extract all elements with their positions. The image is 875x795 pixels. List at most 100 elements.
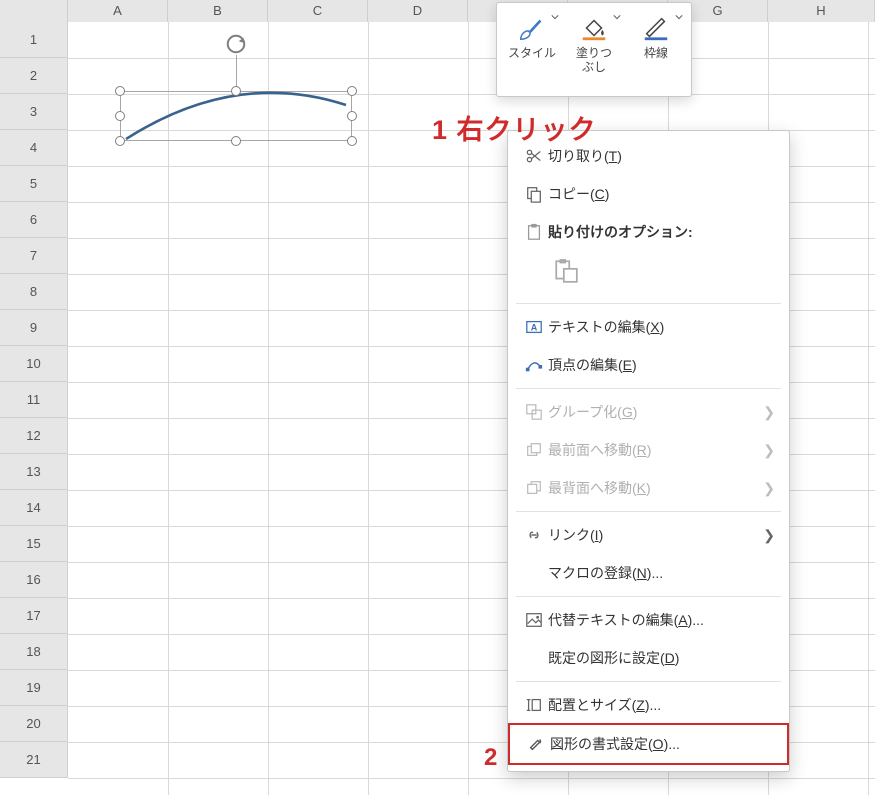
menu-label: 貼り付けのオプション:	[548, 222, 775, 242]
menu-alt-text[interactable]: 代替テキストの編集(A)...	[508, 601, 789, 639]
submenu-arrow-icon: ❯	[763, 404, 775, 421]
row-headers: 1 2 3 4 5 6 7 8 9 10 11 12 13 14 15 16 1…	[0, 22, 68, 778]
style-label: スタイル	[508, 47, 556, 61]
submenu-arrow-icon: ❯	[763, 442, 775, 459]
svg-text:A: A	[531, 323, 538, 333]
row-hdr[interactable]: 5	[0, 166, 68, 202]
text-box-icon: A	[520, 318, 548, 336]
fill-button[interactable]: 塗りつ ぶし	[563, 9, 625, 94]
col-hdr-b[interactable]: B	[168, 0, 268, 22]
handle-bl[interactable]	[115, 136, 125, 146]
scissors-icon	[520, 147, 548, 165]
row-hdr[interactable]: 14	[0, 490, 68, 526]
menu-format-shape[interactable]: 図形の書式設定(O)...	[508, 723, 789, 765]
annotation-2: 2	[484, 744, 497, 772]
menu-separator	[516, 596, 781, 597]
row-hdr[interactable]: 4	[0, 130, 68, 166]
menu-label: 既定の図形に設定(D)	[548, 648, 775, 668]
spreadsheet-area: A B C D E F G H 1 2 3 4 5 6 7 8 9 10 11 …	[0, 0, 875, 795]
row-hdr[interactable]: 15	[0, 526, 68, 562]
menu-link[interactable]: リンク(I) ❯	[508, 516, 789, 554]
format-shape-icon	[522, 735, 550, 753]
menu-edit-points[interactable]: 頂点の編集(E)	[508, 346, 789, 384]
column-headers: A B C D E F G H	[0, 0, 875, 22]
clipboard-icon	[520, 223, 548, 241]
row-hdr[interactable]: 10	[0, 346, 68, 382]
menu-label: 代替テキストの編集(A)...	[548, 610, 775, 630]
row-hdr[interactable]: 16	[0, 562, 68, 598]
group-icon	[520, 403, 548, 421]
menu-paste-header: 貼り付けのオプション:	[508, 213, 789, 251]
paste-options	[508, 251, 789, 299]
col-hdr-a[interactable]: A	[68, 0, 168, 22]
menu-group: グループ化(G) ❯	[508, 393, 789, 431]
menu-label: 切り取り(T)	[548, 146, 775, 166]
paintbrush-icon	[515, 11, 549, 45]
handle-tl[interactable]	[115, 86, 125, 96]
select-all-corner[interactable]	[0, 0, 68, 22]
row-hdr[interactable]: 13	[0, 454, 68, 490]
menu-label: グループ化(G)	[548, 402, 763, 422]
chevron-down-icon	[675, 13, 683, 21]
menu-separator	[516, 511, 781, 512]
row-hdr[interactable]: 2	[0, 58, 68, 94]
pen-line-icon	[639, 11, 673, 45]
menu-size-position[interactable]: 配置とサイズ(Z)...	[508, 686, 789, 724]
handle-br[interactable]	[347, 136, 357, 146]
handle-mr[interactable]	[347, 111, 357, 121]
menu-separator	[516, 681, 781, 682]
paste-option-button[interactable]	[548, 253, 584, 289]
row-hdr[interactable]: 6	[0, 202, 68, 238]
size-icon	[520, 696, 548, 714]
chevron-down-icon	[613, 13, 621, 21]
row-hdr[interactable]: 11	[0, 382, 68, 418]
row-hdr[interactable]: 3	[0, 94, 68, 130]
menu-set-default-shape[interactable]: 既定の図形に設定(D)	[508, 639, 789, 677]
submenu-arrow-icon: ❯	[763, 480, 775, 497]
border-label: 枠線	[644, 47, 668, 61]
col-hdr-c[interactable]: C	[268, 0, 368, 22]
menu-label: マクロの登録(N)...	[548, 563, 775, 583]
menu-label: 最前面へ移動(R)	[548, 440, 763, 460]
row-hdr[interactable]: 18	[0, 634, 68, 670]
fill-label: 塗りつ ぶし	[576, 47, 612, 75]
row-hdr[interactable]: 17	[0, 598, 68, 634]
menu-label: 最背面へ移動(K)	[548, 478, 763, 498]
row-hdr[interactable]: 9	[0, 310, 68, 346]
rotation-handle-icon[interactable]	[225, 33, 247, 55]
col-hdr-d[interactable]: D	[368, 0, 468, 22]
link-icon	[520, 526, 548, 544]
handle-tr[interactable]	[347, 86, 357, 96]
row-hdr[interactable]: 7	[0, 238, 68, 274]
row-hdr[interactable]: 19	[0, 670, 68, 706]
menu-send-back: 最背面へ移動(K) ❯	[508, 469, 789, 507]
col-hdr-h[interactable]: H	[768, 0, 875, 22]
handle-bm[interactable]	[231, 136, 241, 146]
border-button[interactable]: 枠線	[625, 9, 687, 94]
chevron-down-icon	[551, 13, 559, 21]
row-hdr[interactable]: 8	[0, 274, 68, 310]
menu-separator	[516, 303, 781, 304]
row-hdr[interactable]: 1	[0, 22, 68, 58]
menu-edit-text[interactable]: A テキストの編集(X)	[508, 308, 789, 346]
copy-icon	[520, 185, 548, 203]
menu-label: 図形の書式設定(O)...	[550, 734, 773, 754]
handle-ml[interactable]	[115, 111, 125, 121]
selected-shape[interactable]	[120, 91, 352, 141]
mini-toolbar: スタイル 塗りつ ぶし	[496, 2, 692, 97]
image-icon	[520, 611, 548, 629]
menu-label: コピー(C)	[548, 184, 775, 204]
menu-assign-macro[interactable]: マクロの登録(N)...	[508, 554, 789, 592]
menu-copy[interactable]: コピー(C)	[508, 175, 789, 213]
menu-separator	[516, 388, 781, 389]
submenu-arrow-icon: ❯	[763, 527, 775, 544]
send-back-icon	[520, 479, 548, 497]
handle-tm[interactable]	[231, 86, 241, 96]
row-hdr[interactable]: 21	[0, 742, 68, 778]
arc-shape[interactable]	[120, 91, 352, 141]
row-hdr[interactable]: 12	[0, 418, 68, 454]
menu-label: リンク(I)	[548, 525, 763, 545]
row-hdr[interactable]: 20	[0, 706, 68, 742]
style-button[interactable]: スタイル	[501, 9, 563, 94]
menu-label: テキストの編集(X)	[548, 317, 775, 337]
